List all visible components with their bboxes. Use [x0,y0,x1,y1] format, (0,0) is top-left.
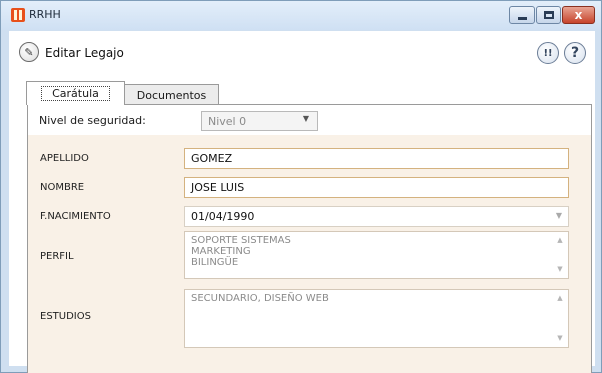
perfil-line: MARKETING [191,246,251,257]
perfil-textarea[interactable]: SOPORTE SISTEMAS MARKETING BILINGÜE ▲ ▼ [184,231,569,279]
nacimiento-field[interactable]: 01/04/1990 ▼ [184,206,569,227]
scroll-down-icon[interactable]: ▼ [554,264,566,275]
apellido-label: APELLIDO [40,153,89,164]
date-dropdown-icon[interactable]: ▼ [556,211,562,220]
help-button[interactable]: ? [564,42,586,64]
security-level-select[interactable]: Nivel 0 ▼ [201,111,318,131]
perfil-label: PERFIL [40,251,74,262]
close-button[interactable]: x [562,6,595,24]
minimize-button[interactable] [509,6,535,24]
edit-pencil-icon[interactable]: ✎ [19,42,39,62]
tab-caratula-label: Carátula [41,86,110,101]
main-window: RRHH x ✎ Editar Legajo !! ? Documentos C… [0,0,602,373]
window-title: RRHH [29,8,61,21]
close-icon: x [574,8,583,22]
nombre-field[interactable]: JOSE LUIS [184,177,569,198]
app-icon [11,8,25,22]
editar-legajo-label[interactable]: Editar Legajo [45,46,124,60]
news-icon: !! [543,47,553,59]
tab-caratula[interactable]: Carátula [26,81,125,105]
help-icon: ? [570,45,580,61]
estudios-label: ESTUDIOS [40,311,91,322]
minimize-icon [517,16,527,20]
security-level-row: Nivel de seguridad: Nivel 0 ▼ [28,105,591,135]
nacimiento-label: F.NACIMIENTO [40,211,111,222]
scroll-down-icon[interactable]: ▼ [554,333,566,344]
chevron-down-icon: ▼ [302,114,309,123]
news-button[interactable]: !! [537,42,559,64]
title-bar[interactable]: RRHH x [1,1,601,30]
perfil-scrollbar[interactable]: ▲ ▼ [554,235,566,275]
maximize-icon [543,11,554,19]
tab-documentos-label: Documentos [136,88,207,102]
maximize-button[interactable] [536,6,561,24]
client-area: ✎ Editar Legajo !! ? Documentos Carátula… [9,31,595,373]
perfil-line: SOPORTE SISTEMAS [191,235,291,246]
nacimiento-value: 01/04/1990 [191,210,255,223]
nombre-label: NOMBRE [40,182,85,193]
estudios-textarea[interactable]: SECUNDARIO, DISEÑO WEB ▲ ▼ [184,289,569,348]
scroll-up-icon[interactable]: ▲ [554,293,566,304]
scroll-up-icon[interactable]: ▲ [554,235,566,246]
caratula-panel: Nivel de seguridad: Nivel 0 ▼ APELLIDO G… [27,104,592,373]
tab-documentos[interactable]: Documentos [124,84,219,105]
security-level-label: Nivel de seguridad: [39,114,146,127]
perfil-line: BILINGÜE [191,257,239,268]
security-level-value: Nivel 0 [208,115,247,128]
apellido-field[interactable]: GOMEZ [184,148,569,169]
estudios-scrollbar[interactable]: ▲ ▼ [554,293,566,344]
estudios-line: SECUNDARIO, DISEÑO WEB [191,293,329,304]
